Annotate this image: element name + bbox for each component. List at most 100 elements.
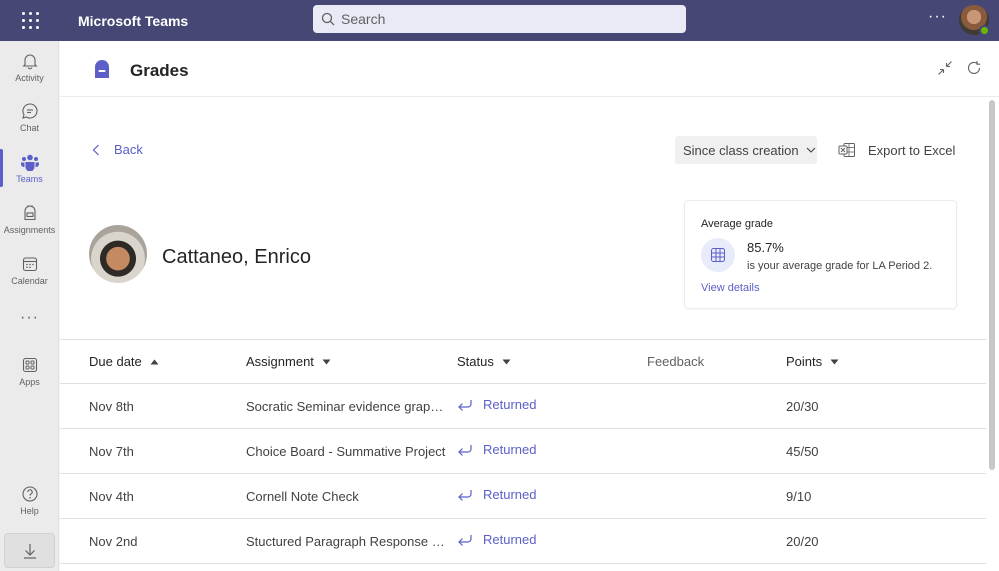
rail-label: Help	[20, 505, 39, 516]
rail-label: Chat	[19, 122, 39, 133]
waffle-icon	[21, 12, 39, 29]
export-to-excel-button[interactable]: Export to Excel	[838, 142, 955, 158]
grades-app-icon	[95, 60, 109, 78]
column-header-due-date[interactable]: Due date	[89, 354, 159, 369]
average-grade-title: Average grade	[701, 218, 773, 230]
returned-icon	[458, 444, 472, 456]
table-row[interactable]: Nov 8th Socratic Seminar evidence graphi…	[60, 384, 986, 429]
column-label: Points	[786, 354, 823, 369]
assignment-cell[interactable]: Stuctured Paragraph Response #2	[246, 534, 446, 549]
sort-descending-icon	[502, 359, 511, 364]
date-range-label: Since class creation	[683, 142, 799, 158]
grades-table: Due date Assignment Status Feedback Poin…	[60, 339, 986, 564]
average-grade-card: Average grade 85.7% is your average grad…	[684, 200, 957, 309]
export-label: Export to Excel	[868, 142, 956, 158]
table-row[interactable]: Nov 2nd Stuctured Paragraph Response #2 …	[60, 519, 986, 564]
excel-icon	[838, 143, 855, 157]
user-avatar[interactable]	[959, 5, 990, 36]
view-details-link[interactable]: View details	[701, 282, 760, 294]
column-label: Due date	[89, 354, 142, 369]
help-icon	[21, 485, 38, 502]
rail-item-chat[interactable]: Chat	[0, 92, 59, 142]
refresh-icon[interactable]	[966, 60, 982, 76]
status-cell: Returned	[457, 532, 536, 547]
column-label: Status	[457, 354, 494, 369]
apps-icon	[22, 357, 37, 372]
student-avatar	[89, 225, 147, 283]
status-label: Returned	[483, 442, 537, 457]
chevron-down-icon	[806, 147, 816, 153]
column-header-feedback: Feedback	[647, 354, 704, 369]
student-name: Cattaneo, Enrico	[162, 246, 311, 268]
status-cell: Returned	[457, 442, 536, 457]
vertical-scrollbar[interactable]	[988, 98, 996, 518]
rail-label: Apps	[19, 376, 40, 387]
rail-label: Calendar	[11, 275, 48, 286]
back-link[interactable]: Back	[92, 142, 143, 157]
rail-item-apps[interactable]: Apps	[0, 346, 59, 396]
bell-icon	[21, 54, 38, 69]
status-label: Returned	[483, 532, 537, 547]
column-label: Assignment	[246, 354, 314, 369]
presence-available-icon	[979, 25, 990, 36]
column-label: Feedback	[647, 354, 705, 369]
assignment-cell[interactable]: Cornell Note Check	[246, 489, 446, 504]
chat-icon	[21, 102, 38, 119]
assignment-cell[interactable]: Socratic Seminar evidence graphi...	[246, 399, 446, 414]
rail-label: Teams	[16, 173, 43, 184]
status-cell: Returned	[457, 487, 536, 502]
sort-ascending-icon	[150, 359, 159, 364]
more-options-button[interactable]: ···	[928, 8, 947, 26]
points-cell: 9/10	[786, 489, 812, 504]
column-header-status[interactable]: Status	[457, 354, 511, 369]
rail-label: Activity	[15, 72, 44, 83]
rail-item-activity[interactable]: Activity	[0, 42, 59, 92]
due-date-cell: Nov 8th	[89, 399, 134, 414]
date-range-dropdown[interactable]: Since class creation	[675, 136, 817, 164]
returned-icon	[458, 489, 472, 501]
page-header: Grades	[60, 41, 999, 97]
average-grade-value: 85.7%	[747, 240, 784, 255]
app-title: Microsoft Teams	[78, 12, 189, 29]
rail-more-button[interactable]: ···	[0, 309, 59, 327]
scrollbar-thumb[interactable]	[989, 100, 995, 470]
download-button[interactable]	[4, 533, 55, 568]
app-launcher-button[interactable]	[0, 0, 60, 41]
chevron-left-icon	[92, 144, 99, 155]
teams-icon	[20, 154, 39, 171]
table-row[interactable]: Nov 7th Choice Board - Summative Project…	[60, 429, 986, 474]
sort-descending-icon	[830, 359, 839, 364]
status-cell: Returned	[457, 397, 536, 412]
rail-item-calendar[interactable]: Calendar	[0, 245, 59, 295]
due-date-cell: Nov 2nd	[89, 534, 138, 549]
search-box[interactable]	[313, 5, 686, 33]
collapse-icon[interactable]	[937, 60, 953, 76]
download-icon	[23, 543, 36, 559]
page-title: Grades	[130, 61, 189, 80]
points-cell: 20/20	[786, 534, 819, 549]
rail-item-assignments[interactable]: Assignments	[0, 194, 59, 244]
calendar-icon	[22, 256, 37, 271]
rail-item-help[interactable]: Help	[0, 475, 59, 525]
grade-table-icon	[701, 238, 735, 272]
rail-label: Assignments	[3, 224, 56, 235]
table-row[interactable]: Nov 4th Cornell Note Check Returned 9/10	[60, 474, 986, 519]
backpack-icon	[23, 204, 36, 220]
app-rail: Activity Chat Teams Assignments Calendar…	[0, 41, 59, 571]
column-header-assignment[interactable]: Assignment	[246, 354, 331, 369]
top-bar: Microsoft Teams ···	[0, 0, 999, 41]
returned-icon	[458, 399, 472, 411]
due-date-cell: Nov 4th	[89, 489, 134, 504]
back-label: Back	[114, 142, 143, 157]
status-label: Returned	[483, 487, 537, 502]
rail-item-teams[interactable]: Teams	[0, 143, 59, 193]
sort-descending-icon	[322, 359, 331, 364]
points-cell: 45/50	[786, 444, 819, 459]
status-label: Returned	[483, 397, 537, 412]
column-header-points[interactable]: Points	[786, 354, 839, 369]
main-content: Grades Back Since class creation Export …	[60, 41, 999, 571]
returned-icon	[458, 534, 472, 546]
search-input[interactable]	[341, 11, 661, 27]
points-cell: 20/30	[786, 399, 819, 414]
assignment-cell[interactable]: Choice Board - Summative Project	[246, 444, 446, 459]
